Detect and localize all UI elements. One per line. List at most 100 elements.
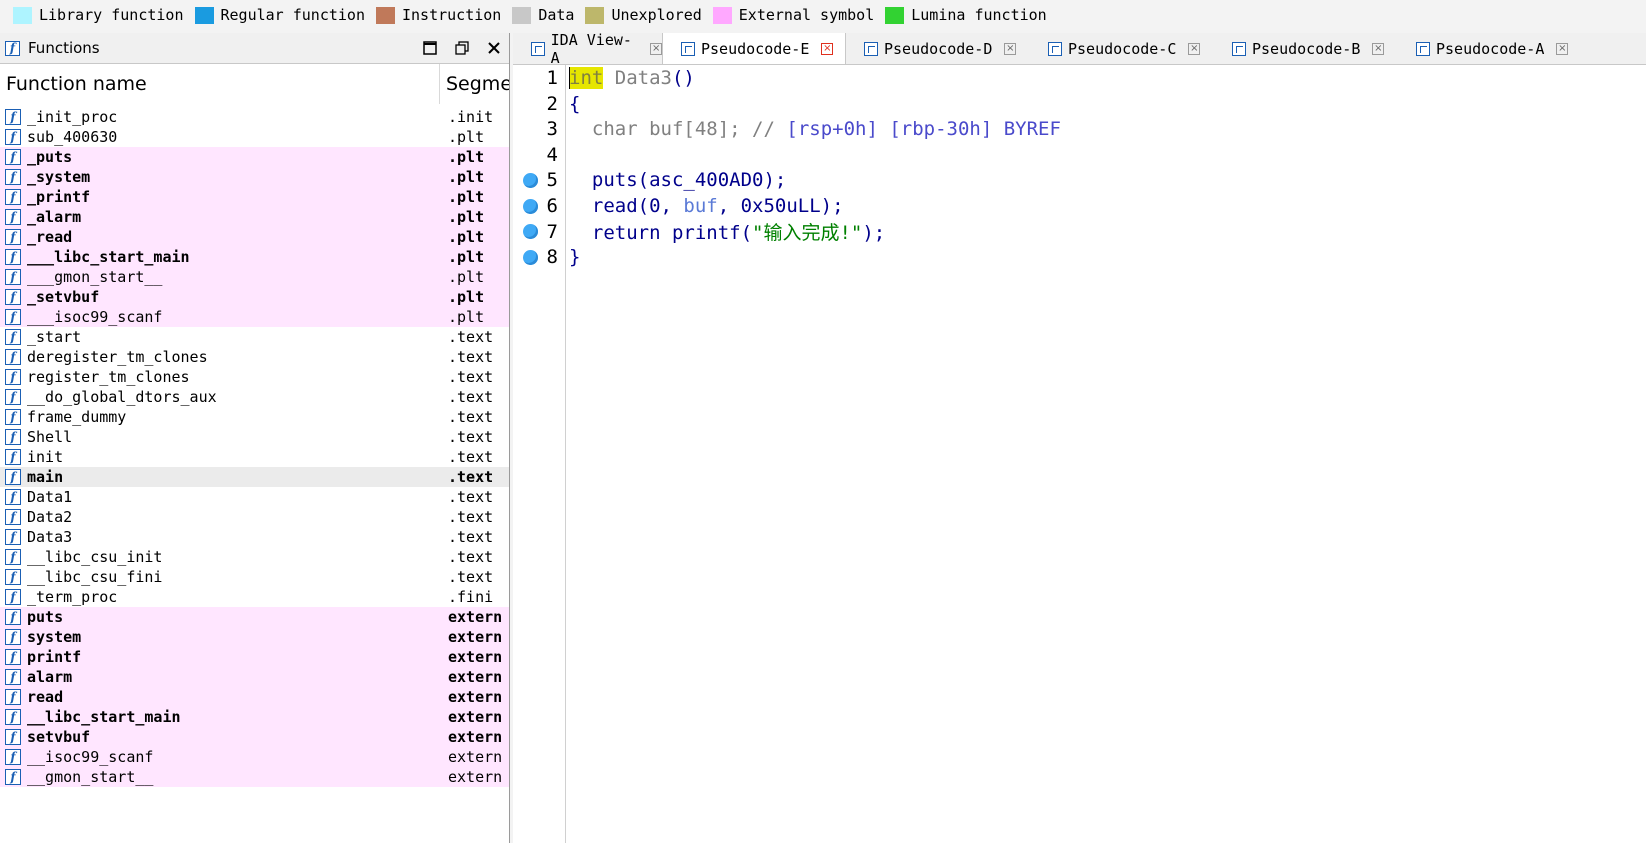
function-segment: .plt (448, 188, 485, 206)
function-icon: f (5, 629, 21, 645)
code-token: char buf[ (569, 118, 695, 141)
code-line[interactable]: 7 return printf("输入完成!"); (513, 219, 1646, 245)
function-row[interactable]: f main .text (0, 467, 509, 487)
function-row[interactable]: f init .text (0, 447, 509, 467)
function-name: main (27, 468, 64, 486)
function-row[interactable]: f __libc_csu_init .text (0, 547, 509, 567)
code-line[interactable]: 4 (513, 142, 1646, 168)
code-token: [rsp+0h] [rbp-30h] BYREF (786, 118, 1061, 141)
column-function-name[interactable]: Function name (0, 64, 440, 104)
function-row[interactable]: f alarm extern (0, 667, 509, 687)
function-icon: f (5, 309, 21, 325)
function-row[interactable]: f __isoc99_scanf extern (0, 747, 509, 767)
function-row[interactable]: f Data1 .text (0, 487, 509, 507)
restore-icon[interactable] (453, 39, 471, 57)
function-name: system (27, 628, 82, 646)
function-row[interactable]: f __gmon_start__ extern (0, 767, 509, 787)
function-row[interactable]: f _puts .plt (0, 147, 509, 167)
legend-label: Library function (39, 6, 184, 24)
tab-ida view-a[interactable]: IDA View-A × (513, 31, 662, 67)
tab-close-icon[interactable]: × (650, 42, 662, 55)
function-row[interactable]: f _printf .plt (0, 187, 509, 207)
tab-close-icon[interactable]: × (1372, 42, 1385, 55)
code-text: char buf[48]; // [rsp+0h] [rbp-30h] BYRE… (569, 118, 1061, 140)
function-row[interactable]: f _system .plt (0, 167, 509, 187)
tab-close-icon[interactable]: × (821, 42, 834, 55)
function-row[interactable]: f puts extern (0, 607, 509, 627)
function-row[interactable]: f ___libc_start_main .plt (0, 247, 509, 267)
function-name: _term_proc (27, 588, 118, 606)
tab-close-icon[interactable]: × (1004, 42, 1017, 55)
pseudocode-view[interactable]: 1 int Data3() 2{3 char buf[48]; // [rsp+0h… (513, 65, 1646, 843)
tab-close-icon[interactable]: × (1556, 42, 1569, 55)
function-row[interactable]: f read extern (0, 687, 509, 707)
function-segment: extern (448, 628, 503, 646)
tab-pseudocode-b[interactable]: Pseudocode-B × (1214, 33, 1398, 64)
function-row[interactable]: f _alarm .plt (0, 207, 509, 227)
code-token: buf (683, 195, 718, 217)
breakpoint-dot-icon[interactable] (523, 198, 538, 214)
code-line[interactable]: 2{ (513, 91, 1646, 117)
function-row[interactable]: f register_tm_clones .text (0, 367, 509, 387)
code-line[interactable]: 6 read(0, buf, 0x50uLL); (513, 193, 1646, 219)
function-icon: f (5, 729, 21, 745)
breakpoint-dot-icon[interactable] (523, 224, 538, 240)
code-text: } (569, 246, 580, 268)
function-name: __libc_start_main (27, 708, 181, 726)
maximize-icon[interactable] (421, 39, 439, 57)
function-row[interactable]: f setvbuf extern (0, 727, 509, 747)
function-row[interactable]: f ___gmon_start__ .plt (0, 267, 509, 287)
breakpoint-dot-icon[interactable] (523, 249, 538, 265)
function-name: _alarm (27, 208, 82, 226)
tab-label: Pseudocode-D (884, 39, 993, 58)
function-name: _system (27, 168, 91, 186)
column-segment[interactable]: Segme (440, 64, 509, 104)
tab-pseudocode-d[interactable]: Pseudocode-D × (846, 33, 1030, 64)
pseudocode-icon (1232, 41, 1246, 56)
function-name: __libc_csu_init (27, 548, 163, 566)
function-row[interactable]: f _term_proc .fini (0, 587, 509, 607)
tab-close-icon[interactable]: × (1188, 42, 1201, 55)
function-icon: f (5, 709, 21, 725)
close-icon[interactable] (485, 39, 503, 57)
function-row[interactable]: f Data3 .text (0, 527, 509, 547)
tab-pseudocode-c[interactable]: Pseudocode-C × (1030, 33, 1214, 64)
function-row[interactable]: f __libc_csu_fini .text (0, 567, 509, 587)
code-token: Data3 (603, 67, 672, 89)
function-row[interactable]: f Data2 .text (0, 507, 509, 527)
function-row[interactable]: f sub_400630 .plt (0, 127, 509, 147)
function-row[interactable]: f _read .plt (0, 227, 509, 247)
function-row[interactable]: f _start .text (0, 327, 509, 347)
code-line[interactable]: 8} (513, 244, 1646, 270)
function-icon: f (5, 669, 21, 685)
function-row[interactable]: f deregister_tm_clones .text (0, 347, 509, 367)
function-row[interactable]: f __do_global_dtors_aux .text (0, 387, 509, 407)
legend-label: Instruction (402, 6, 502, 24)
pseudocode-icon (864, 41, 878, 56)
function-name: Data3 (27, 528, 73, 546)
code-line[interactable]: 1 int Data3() (513, 65, 1646, 91)
code-line[interactable]: 3 char buf[48]; // [rsp+0h] [rbp-30h] BY… (513, 116, 1646, 142)
legend-swatch (194, 6, 214, 24)
tab-pseudocode-e[interactable]: Pseudocode-E × (662, 33, 846, 64)
function-segment: .plt (448, 148, 485, 166)
function-row[interactable]: f Shell .text (0, 427, 509, 447)
function-row[interactable]: f system extern (0, 627, 509, 647)
function-row[interactable]: f printf extern (0, 647, 509, 667)
code-text: return printf("输入完成!"); (569, 218, 885, 245)
function-row[interactable]: f frame_dummy .text (0, 407, 509, 427)
function-icon: f (5, 289, 21, 305)
legend-item: Instruction (376, 6, 501, 24)
legend-item: Unexplored (585, 6, 702, 24)
code-line[interactable]: 5 puts(asc_400AD0); (513, 167, 1646, 193)
function-row[interactable]: f __libc_start_main extern (0, 707, 509, 727)
tab-pseudocode-a[interactable]: Pseudocode-A × (1398, 33, 1580, 64)
function-name: frame_dummy (27, 408, 127, 426)
function-row[interactable]: f _init_proc .init (0, 107, 509, 127)
function-row[interactable]: f _setvbuf .plt (0, 287, 509, 307)
breakpoint-dot-icon[interactable] (523, 172, 538, 188)
code-token: () (671, 67, 695, 89)
function-row[interactable]: f ___isoc99_scanf .plt (0, 307, 509, 327)
function-segment: extern (448, 668, 503, 686)
function-icon: f (5, 529, 21, 545)
